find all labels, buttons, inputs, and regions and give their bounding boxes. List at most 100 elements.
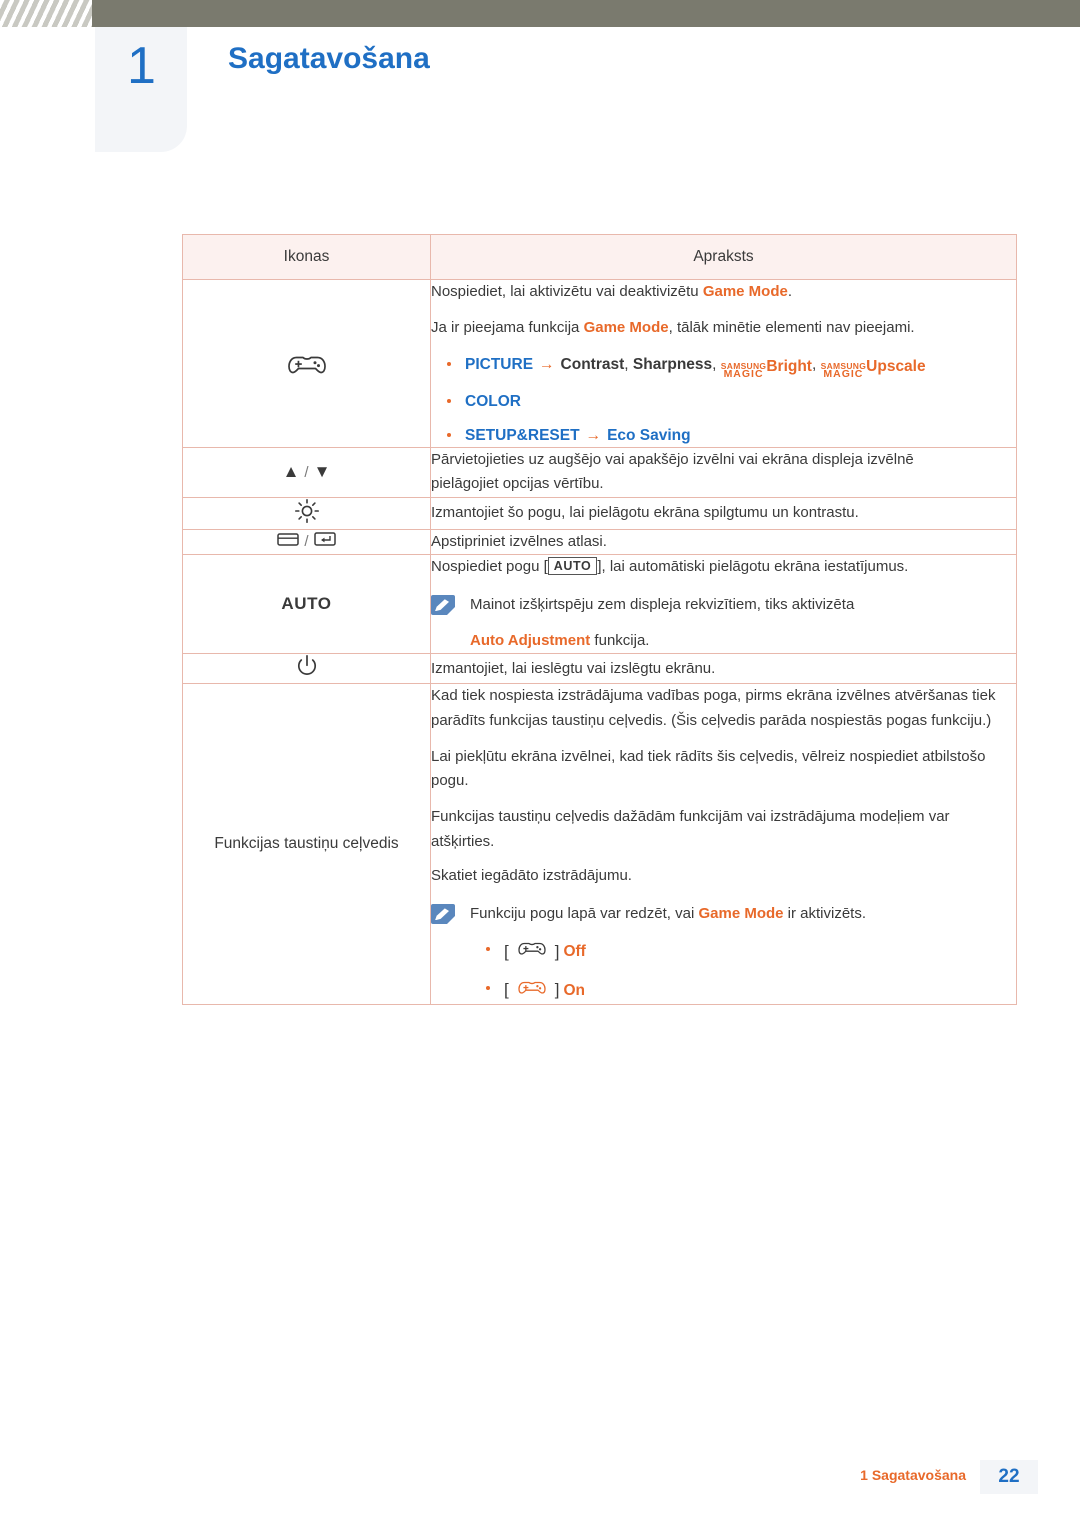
desc-cell-brightness: Izmantojiet šo pogu, lai pielāgotu ekrān… [430,496,1017,530]
gamemode-on-row: [] On [504,977,1016,1004]
fkg-desc-4: Skatiet iegādāto izstrādājumu. [431,867,632,885]
header-bar [0,0,1080,27]
desc-cell-auto: Nospiediet pogu [AUTO], lai automātiski … [430,553,1017,655]
power-icon [295,655,319,682]
column-header-description: Apraksts [430,234,1017,280]
power-desc: Izmantojiet, lai ieslēgtu vai izslēgtu e… [431,659,716,677]
gamemode-term: Game Mode [698,905,784,923]
fkg-desc-1: Kad tiek nospiesta izstrādājuma vadības … [431,687,996,729]
table-row: ▲ / ▼ Pārvietojieties uz augšējo vai apa… [182,447,1017,498]
text-fragment: Funkciju pogu lapā var redzēt, vai [470,905,699,923]
magic-bottom-text: MAGIC [823,367,864,380]
footer-chapter-text: 1 Sagatavošana [860,1467,966,1483]
page-footer: 1 Sagatavošana 22 [0,1460,1080,1494]
table-body: Nospiediet, lai aktivizētu vai deaktiviz… [182,278,1017,1005]
icon-cell-brightness [182,496,431,530]
updown-desc-line2: pielāgojiet opcijas vērtību. [431,475,604,493]
enter-back-icon: / [183,531,430,552]
spec-table-container: Ikonas Apraksts Nospiediet, lai aktivizē… [182,234,1017,1005]
icon-separator: / [304,533,309,551]
unavailable-items-list: PICTURE → Contrast, Sharpness, SAMSUNG MAGI… [431,353,1016,448]
gamemode-line-2: Ja ir pieejama funkcija Game Mode, tālāk… [431,316,1016,340]
gamepad-off-icon [517,938,547,965]
note-block: Mainot izšķirtspēju zem displeja rekvizī… [431,593,1016,653]
note-line-1: Mainot izšķirtspēju zem displeja rekvizī… [470,596,855,614]
gamemode-line-1: Nospiediet, lai aktivizētu vai deaktiviz… [431,280,1016,304]
enter-back-desc: Apstipriniet izvēlnes atlasi. [431,532,607,550]
menu-eco-saving: Eco Saving [607,426,691,444]
list-item: PICTURE → Contrast, Sharpness, SAMSUNG MAGI… [431,353,1016,379]
magic-bottom-text: MAGIC [723,367,764,380]
updown-desc-line1: Pārvietojieties uz augšējo vai apakšējo … [431,451,914,469]
menu-color: COLOR [465,392,521,410]
column-header-icons: Ikonas [182,234,431,280]
table-row: Funkcijas taustiņu ceļvedis Kad tiek nos… [182,683,1017,1005]
menu-picture: PICTURE [465,355,534,373]
arrow-up-icon: ▲ [282,462,300,482]
list-item: [ [470,977,1016,1004]
menu-sharpness: Sharpness [632,355,713,373]
magic-logo: SAMSUNG MAGIC [721,361,767,380]
icon-cell-auto: AUTO [182,553,431,655]
spec-table: Ikonas Apraksts Nospiediet, lai aktivizē… [182,234,1017,1005]
note-line-2: Auto Adjustment funkcija. [470,629,1016,653]
menu-contrast: Contrast [560,355,625,373]
note-icon [431,595,457,617]
gamemode-off-row: [] Off [504,938,1016,965]
table-row: Nospiediet, lai aktivizētu vai deaktiviz… [182,278,1017,449]
magicbright-term: SAMSUNG MAGIC Bright [721,355,812,380]
gamemode-term: Game Mode [583,319,669,337]
icon-cell-enter-back: / [182,528,431,555]
list-item: SETUP&RESET → Eco Saving [431,424,1016,447]
bracket-open: [ [504,942,509,962]
menu-icon [277,531,300,552]
icon-cell-updown: ▲ / ▼ [182,447,431,498]
bracket-close: ] [554,980,560,1000]
menu-setup-reset: SETUP&RESET [465,426,580,444]
text-fragment: Ja ir pieejama funkcija [431,319,584,337]
note-body: Funkciju pogu lapā var redzēt, vai Game … [470,902,1016,1004]
gamemode-state-list: [] Off [] On [470,938,1016,1004]
icon-cell-power [182,653,431,685]
note-icon [431,904,457,926]
magicupscale-term: SAMSUNG MAGIC Upscale [821,355,926,380]
bracket-close: ] [554,942,560,962]
up-down-arrows-icon: ▲ / ▼ [183,462,430,482]
table-row: / Apstipriniet izvēlnes atlasi. [182,528,1017,555]
auto-key-box: AUTO [547,556,598,575]
page-title: Sagatavošana [228,42,430,75]
brightness-desc: Izmantojiet šo pogu, lai pielāgotu ekrān… [431,504,859,522]
brightness-icon [294,498,320,528]
table-row: Izmantojiet, lai ieslēgtu vai izslēgtu e… [182,653,1017,685]
auto-adjustment-term: Auto Adjustment [470,632,591,650]
text-fragment: Nospiediet, lai aktivizētu vai deaktiviz… [431,283,703,300]
gamemode-state-off: Off [563,943,586,961]
magic-logo: SAMSUNG MAGIC [821,361,867,380]
table-header-row: Ikonas Apraksts [182,234,1017,280]
text-fragment: ], lai automātiski pielāgotu ekrāna iest… [597,557,909,575]
arrow-down-icon: ▼ [313,462,331,482]
table-row: AUTO Nospiediet pogu [AUTO], lai automāt… [182,553,1017,655]
auto-desc: Nospiediet pogu [AUTO], lai automātiski … [431,555,1016,579]
function-key-guide-label: Funkcijas taustiņu ceļvedis [214,835,399,853]
gamepad-icon [183,351,430,377]
chapter-number: 1 [127,37,156,95]
auto-button-label: AUTO [281,594,332,614]
table-row: Izmantojiet šo pogu, lai pielāgotu ekrān… [182,496,1017,530]
text-fragment: , tālāk minētie elementi nav pieejami. [668,319,915,337]
list-item: COLOR [431,390,1016,413]
note-block: Funkciju pogu lapā var redzēt, vai Game … [431,902,1016,1004]
page-number: 22 [980,1460,1038,1494]
icon-separator: / [304,463,309,481]
desc-cell-enter-back: Apstipriniet izvēlnes atlasi. [430,528,1017,555]
bracket-open: [ [504,980,509,1000]
magic-word: Upscale [866,358,926,376]
text-fragment: funkcija. [590,632,650,650]
magic-word: Bright [766,358,812,376]
text-fragment: , [624,355,633,373]
gamemode-term: Game Mode [702,283,788,300]
desc-cell-power: Izmantojiet, lai ieslēgtu vai izslēgtu e… [430,653,1017,685]
text-fragment: ir aktivizēts. [783,905,867,923]
gamepad-on-icon [517,977,547,1004]
text-fragment: , [811,355,821,373]
